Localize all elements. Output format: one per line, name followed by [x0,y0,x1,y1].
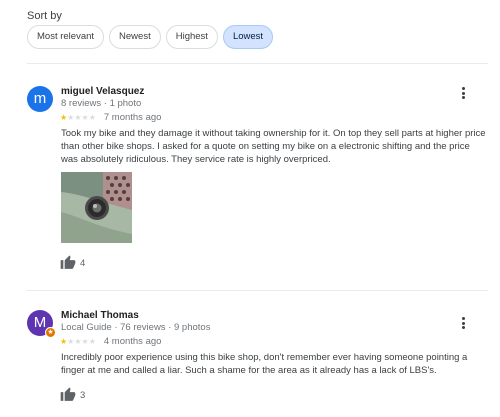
like-count: 3 [80,390,86,401]
bike-part-photo [61,172,132,243]
divider [27,290,488,291]
star-empty-icon: ★ [67,336,75,346]
review-date: 4 months ago [103,336,162,347]
star-empty-icon: ★ [67,112,75,122]
avatar-letter: M [33,314,47,331]
reviewer-name[interactable]: Michael Thomas [61,310,139,321]
review-card: M ★ Michael Thomas Local Guide · 76 revi… [27,310,488,415]
avatar[interactable]: m [27,86,53,112]
star-empty-icon: ★ [81,112,89,122]
avatar[interactable]: M ★ [27,310,56,338]
star-empty-icon: ★ [81,336,89,346]
like-count: 4 [80,258,86,269]
avatar-letter: m [33,90,47,107]
review-card: m miguel Velasquez 8 reviews · 1 photo ★… [27,86,488,276]
star-empty-icon: ★ [74,112,82,122]
review-text: Incredibly poor experience using this bi… [61,352,468,376]
review-date: 7 months ago [103,112,162,123]
like-button[interactable]: 4 [60,254,85,269]
sort-chip-group: Most relevant Newest Highest Lowest [27,25,274,49]
star-empty-icon: ★ [74,336,82,346]
sort-chip-highest[interactable]: Highest [165,25,218,49]
rating-row: ★ ★ ★ ★ ★ 4 months ago [60,336,161,347]
more-vert-icon[interactable] [459,87,467,101]
star-empty-icon: ★ [88,336,96,346]
review-text: Took my bike and they damage it without … [61,128,486,165]
reviewer-meta: 8 reviews · 1 photo [61,98,142,109]
reviewer-meta: Local Guide · 76 reviews · 9 photos [61,322,211,333]
more-vert-icon[interactable] [459,317,467,331]
rating-row: ★ ★ ★ ★ ★ 7 months ago [60,112,161,123]
sort-label: Sort by [27,10,62,22]
like-button[interactable]: 3 [60,386,85,401]
star-empty-icon: ★ [88,112,96,122]
local-guide-star-icon: ★ [45,327,56,338]
divider [27,63,488,64]
star-filled-icon: ★ [60,112,68,122]
thumbs-up-icon [60,255,76,269]
review-photo[interactable] [61,172,132,243]
thumbs-up-icon [60,387,76,401]
reviewer-name[interactable]: miguel Velasquez [61,86,144,97]
sort-chip-most-relevant[interactable]: Most relevant [27,25,105,49]
star-filled-icon: ★ [60,336,68,346]
sort-chip-lowest[interactable]: Lowest [222,25,274,49]
sort-chip-newest[interactable]: Newest [109,25,161,49]
